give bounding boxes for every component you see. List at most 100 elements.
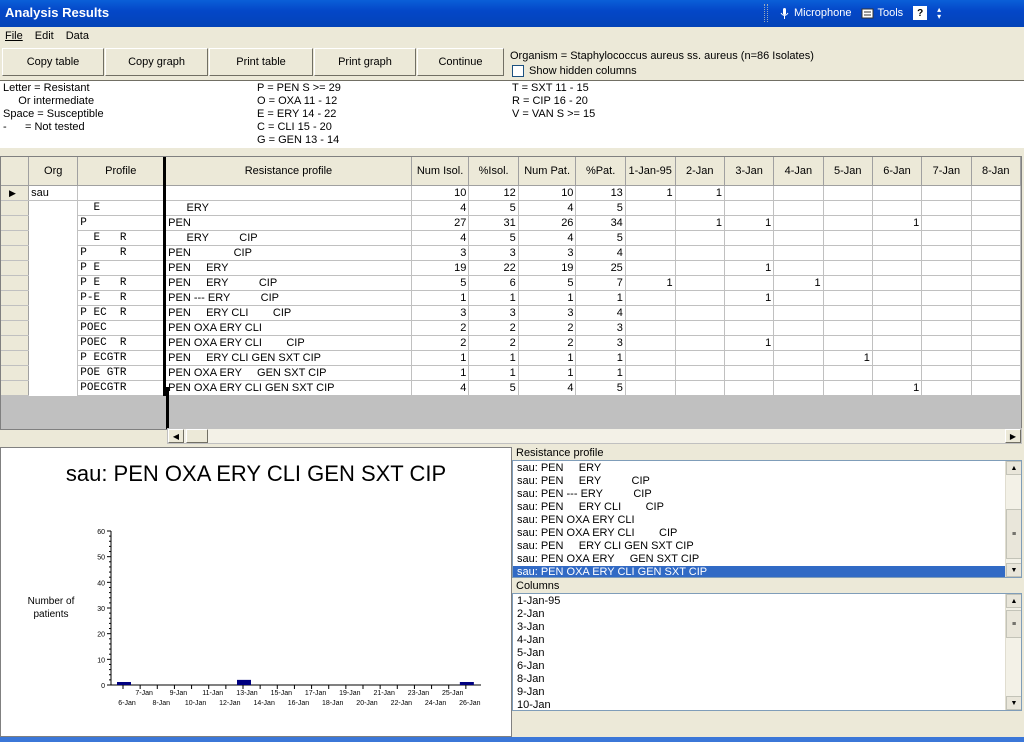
- date-count-cell[interactable]: [625, 305, 676, 321]
- list-item[interactable]: sau: PEN ERY CLI CIP: [513, 501, 1021, 514]
- microphone-button[interactable]: Microphone: [778, 7, 851, 20]
- pct-isolates-cell[interactable]: 2: [468, 320, 519, 336]
- grid-horizontal-scrollbar[interactable]: ◀ ▶: [167, 428, 1022, 444]
- date-count-cell[interactable]: [823, 305, 873, 321]
- row-selector[interactable]: [1, 245, 30, 261]
- tools-button[interactable]: Tools: [861, 7, 903, 20]
- pct-patients-cell[interactable]: 5: [575, 380, 626, 396]
- date-count-cell[interactable]: [823, 185, 873, 201]
- date-count-cell[interactable]: [823, 380, 873, 396]
- list-item[interactable]: 6-Jan: [513, 660, 1021, 673]
- pct-patients-cell[interactable]: 1: [575, 350, 626, 366]
- pct-patients-cell[interactable]: 7: [575, 275, 626, 291]
- columns-list[interactable]: 1-Jan-95 2-Jan 3-Jan 4-Jan 5-Jan 6-Jan 8-Jan 9-…: [512, 593, 1022, 711]
- resistance-profile-cell[interactable]: PEN ERY CLI CIP: [163, 305, 412, 321]
- scroll-up-icon[interactable]: ▲: [1006, 594, 1021, 608]
- date-count-cell[interactable]: [675, 365, 725, 381]
- row-selector[interactable]: [1, 260, 30, 276]
- resistance-profile-cell[interactable]: PEN OXA ERY CLI GEN SXT CIP: [163, 380, 412, 396]
- date-count-cell[interactable]: [724, 200, 775, 216]
- date-count-cell[interactable]: [823, 290, 873, 306]
- row-selector[interactable]: [1, 365, 30, 381]
- date-count-cell[interactable]: [823, 320, 873, 336]
- date-count-cell[interactable]: [773, 260, 824, 276]
- row-selector[interactable]: [1, 320, 30, 336]
- date-count-cell[interactable]: [625, 290, 676, 306]
- pct-isolates-cell[interactable]: 2: [468, 335, 519, 351]
- table-row[interactable]: P EC R PEN ERY CLI CIP 3 3 3 4: [1, 305, 1021, 321]
- row-selector[interactable]: [1, 215, 30, 231]
- menu-edit[interactable]: Edit: [35, 30, 54, 42]
- pct-patients-cell[interactable]: 5: [575, 200, 626, 216]
- profile-cell[interactable]: P E R: [77, 275, 166, 291]
- copy-table-button[interactable]: Copy table: [2, 48, 104, 76]
- columns-scrollbar[interactable]: ▲ ≡ ▼: [1005, 594, 1021, 710]
- date-count-cell[interactable]: [773, 305, 824, 321]
- org-cell[interactable]: [28, 365, 79, 380]
- org-cell[interactable]: [28, 200, 79, 215]
- num-patients-cell[interactable]: 26: [518, 215, 577, 231]
- row-selector[interactable]: [1, 380, 30, 396]
- org-cell[interactable]: [28, 320, 79, 335]
- date-count-cell[interactable]: [675, 200, 725, 216]
- pct-isolates-cell[interactable]: 5: [468, 200, 519, 216]
- org-cell[interactable]: [28, 260, 79, 275]
- date-count-cell[interactable]: [971, 290, 1021, 306]
- date-count-cell[interactable]: [625, 230, 676, 246]
- pct-patients-cell[interactable]: 4: [575, 305, 626, 321]
- scroll-down-icon[interactable]: ▼: [1006, 563, 1021, 577]
- date-count-cell[interactable]: [773, 200, 824, 216]
- list-item[interactable]: 3-Jan: [513, 621, 1021, 634]
- num-patients-cell[interactable]: 1: [518, 350, 577, 366]
- pct-patients-cell[interactable]: 3: [575, 335, 626, 351]
- column-header[interactable]: 7-Jan: [921, 157, 972, 186]
- date-count-cell[interactable]: [675, 380, 725, 396]
- date-count-cell[interactable]: [773, 185, 824, 201]
- num-isolates-cell[interactable]: 3: [411, 245, 470, 261]
- date-count-cell[interactable]: [675, 305, 725, 321]
- date-count-cell[interactable]: [823, 215, 873, 231]
- rp-scrollbar[interactable]: ▲ ≡ ▼: [1005, 461, 1021, 577]
- date-count-cell[interactable]: [971, 365, 1021, 381]
- column-header[interactable]: Org: [28, 157, 79, 186]
- org-cell[interactable]: [28, 275, 79, 290]
- date-count-cell[interactable]: [773, 380, 824, 396]
- list-item[interactable]: 4-Jan: [513, 634, 1021, 647]
- pct-isolates-cell[interactable]: 1: [468, 290, 519, 306]
- profile-cell[interactable]: P ECGTR: [77, 350, 166, 366]
- pct-patients-cell[interactable]: 13: [575, 185, 626, 201]
- num-isolates-cell[interactable]: 1: [411, 365, 470, 381]
- list-item[interactable]: sau: PEN OXA ERY CLI GEN SXT CIP: [513, 566, 1021, 577]
- num-patients-cell[interactable]: 4: [518, 200, 577, 216]
- date-count-cell[interactable]: [921, 380, 972, 396]
- pct-isolates-cell[interactable]: 5: [468, 230, 519, 246]
- date-count-cell[interactable]: [675, 230, 725, 246]
- langbar-grip[interactable]: [764, 4, 768, 22]
- date-count-cell[interactable]: [971, 260, 1021, 276]
- menu-data[interactable]: Data: [66, 30, 89, 42]
- table-row[interactable]: P R PEN CIP 3 3 3 4: [1, 245, 1021, 261]
- date-count-cell[interactable]: [625, 320, 676, 336]
- date-count-cell[interactable]: [823, 200, 873, 216]
- menu-file[interactable]: File: [5, 30, 23, 42]
- org-cell[interactable]: [28, 380, 79, 395]
- date-count-cell[interactable]: [823, 260, 873, 276]
- date-count-cell[interactable]: 1: [872, 215, 923, 231]
- date-count-cell[interactable]: [971, 200, 1021, 216]
- list-item[interactable]: 1-Jan-95: [513, 595, 1021, 608]
- list-item[interactable]: sau: PEN OXA ERY CLI CIP: [513, 527, 1021, 540]
- date-count-cell[interactable]: [971, 230, 1021, 246]
- column-header[interactable]: 3-Jan: [724, 157, 775, 186]
- org-cell[interactable]: [28, 350, 79, 365]
- column-header[interactable]: Num Pat.: [518, 157, 577, 186]
- num-isolates-cell[interactable]: 1: [411, 290, 470, 306]
- date-count-cell[interactable]: 1: [724, 290, 775, 306]
- date-count-cell[interactable]: [872, 305, 923, 321]
- pct-patients-cell[interactable]: 4: [575, 245, 626, 261]
- table-row[interactable]: P ECGTR PEN ERY CLI GEN SXT CIP 1 1 1 1 1: [1, 350, 1021, 366]
- column-header[interactable]: Resistance profile: [163, 157, 412, 186]
- pct-patients-cell[interactable]: 1: [575, 290, 626, 306]
- num-isolates-cell[interactable]: 10: [411, 185, 470, 201]
- date-count-cell[interactable]: [724, 245, 775, 261]
- pct-isolates-cell[interactable]: 31: [468, 215, 519, 231]
